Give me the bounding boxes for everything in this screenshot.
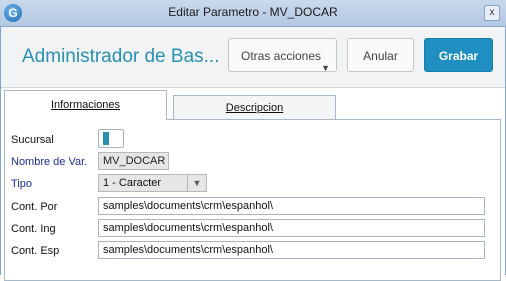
nombre-label: Nombre de Var. — [11, 156, 88, 168]
window-titlebar: G Editar Parametro - MV_DOCAR x — [0, 0, 506, 27]
cont-ing-label: Cont. Ing — [11, 223, 56, 235]
otras-acciones-label: Otras acciones — [241, 49, 322, 63]
tab-informaciones-label: Informaciones — [50, 99, 121, 111]
sucursal-toggle[interactable] — [98, 129, 124, 148]
cont-por-field[interactable]: samples\documents\crm\espanhol\ — [98, 197, 485, 215]
page-title: Administrador de Bas... — [22, 46, 220, 67]
sucursal-label: Sucursal — [11, 134, 54, 146]
nombre-field[interactable]: MV_DOCAR — [98, 152, 169, 170]
tipo-value: 1 - Caracter — [103, 177, 162, 189]
window-title: Editar Parametro - MV_DOCAR — [168, 5, 338, 19]
tab-descripcion[interactable]: Descripcion — [173, 95, 336, 120]
otras-acciones-button[interactable]: Otras acciones ▼ — [228, 38, 337, 73]
grabar-button[interactable]: Grabar — [424, 38, 493, 72]
toggle-knob — [103, 132, 109, 145]
cont-esp-field[interactable]: samples\documents\crm\espanhol\ — [98, 241, 485, 259]
cont-esp-label: Cont. Esp — [11, 245, 60, 257]
tipo-label: Tipo — [11, 178, 32, 190]
tab-descripcion-label: Descripcion — [225, 102, 284, 114]
cont-por-label: Cont. Por — [11, 201, 58, 213]
tab-informaciones[interactable]: Informaciones — [4, 90, 167, 120]
close-icon[interactable]: x — [484, 5, 500, 21]
anular-button[interactable]: Anular — [347, 38, 414, 72]
chevron-down-icon: ▼ — [321, 63, 330, 73]
cont-ing-field[interactable]: samples\documents\crm\espanhol\ — [98, 219, 485, 237]
tipo-select[interactable]: 1 - Caracter ▼ — [98, 174, 207, 192]
dropdown-arrow-icon[interactable]: ▼ — [187, 175, 206, 191]
